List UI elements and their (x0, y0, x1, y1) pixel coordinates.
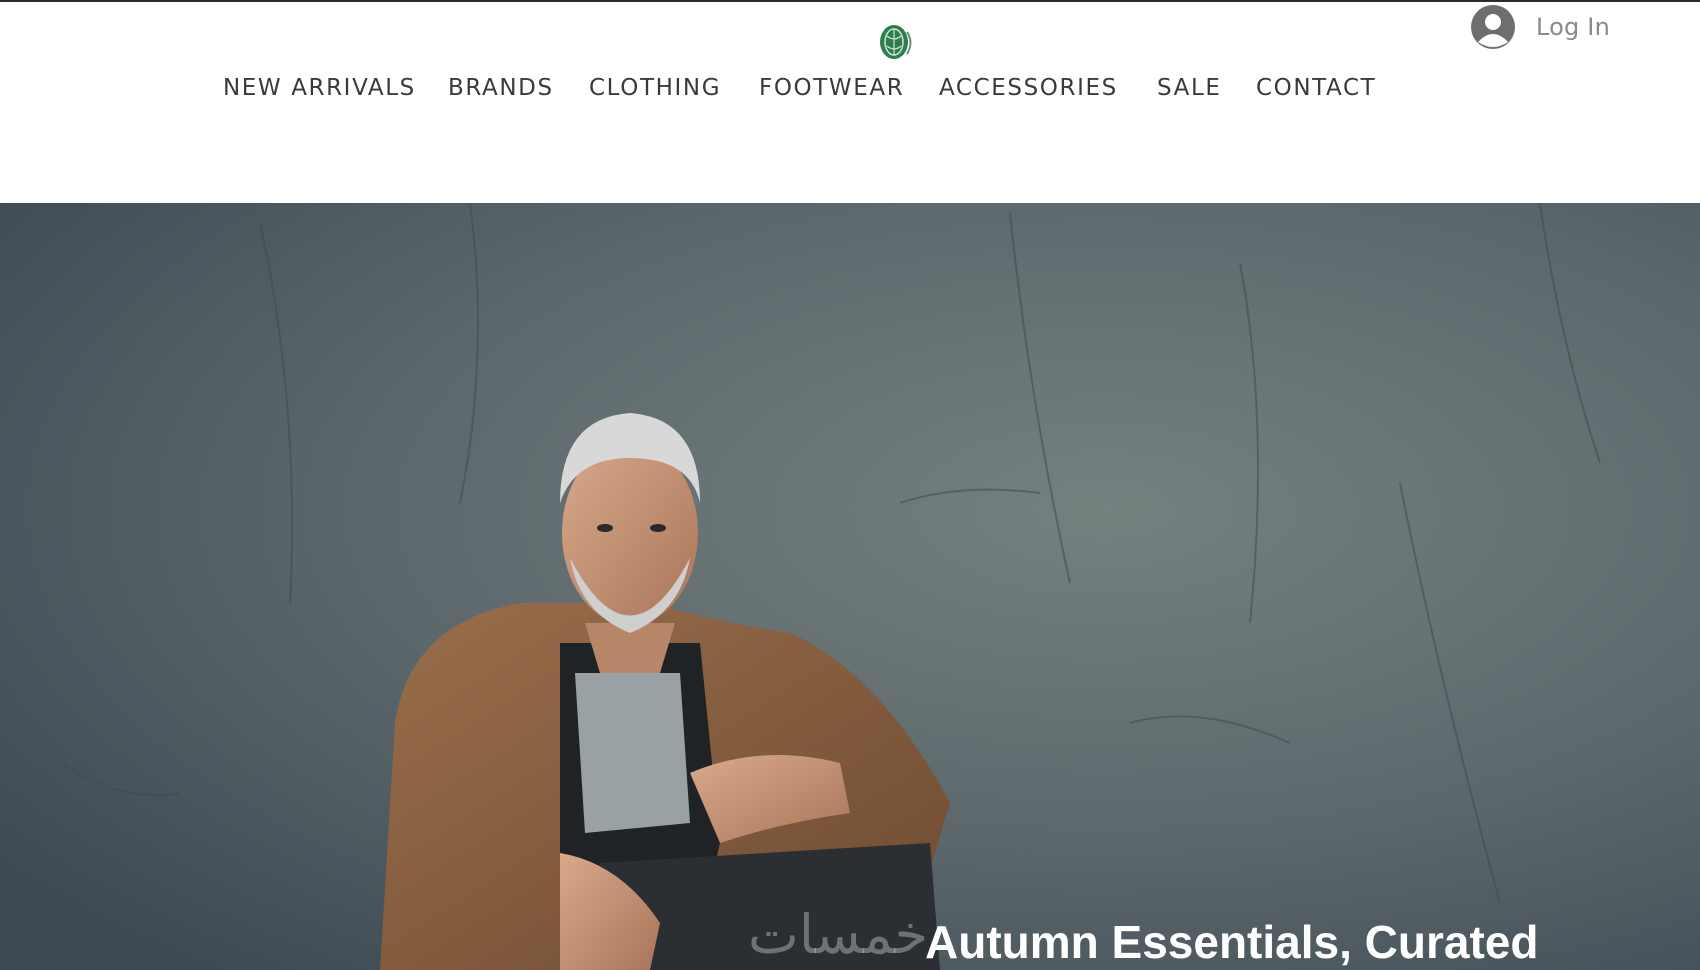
nav-item-brands[interactable]: BRANDS (448, 75, 589, 101)
user-avatar-icon (1471, 5, 1515, 49)
man-in-brown-cardigan-photo (0, 203, 1700, 970)
login-label: Log In (1536, 13, 1610, 41)
watermark-text: خمسات (748, 903, 929, 966)
nav-item-sale[interactable]: SALE (1157, 75, 1256, 101)
login-button[interactable]: Log In (1470, 2, 1610, 52)
nav-item-clothing[interactable]: CLOTHING (589, 75, 759, 101)
nav-item-footwear[interactable]: FOOTWEAR (759, 75, 939, 101)
site-header: Log In NEW ARRIVALS BRANDS CLOTHING FOOT… (0, 2, 1700, 203)
nav-item-new-arrivals[interactable]: NEW ARRIVALS (223, 75, 448, 101)
hero-title: Autumn Essentials, Curated (925, 916, 1539, 968)
nav-item-contact[interactable]: CONTACT (1256, 75, 1396, 101)
leaf-emblem-icon[interactable] (874, 22, 916, 62)
main-nav: NEW ARRIVALS BRANDS CLOTHING FOOTWEAR AC… (223, 70, 1396, 106)
nav-item-accessories[interactable]: ACCESSORIES (939, 75, 1157, 101)
hero-banner: خمسات Autumn Essentials, Curated (0, 203, 1700, 970)
